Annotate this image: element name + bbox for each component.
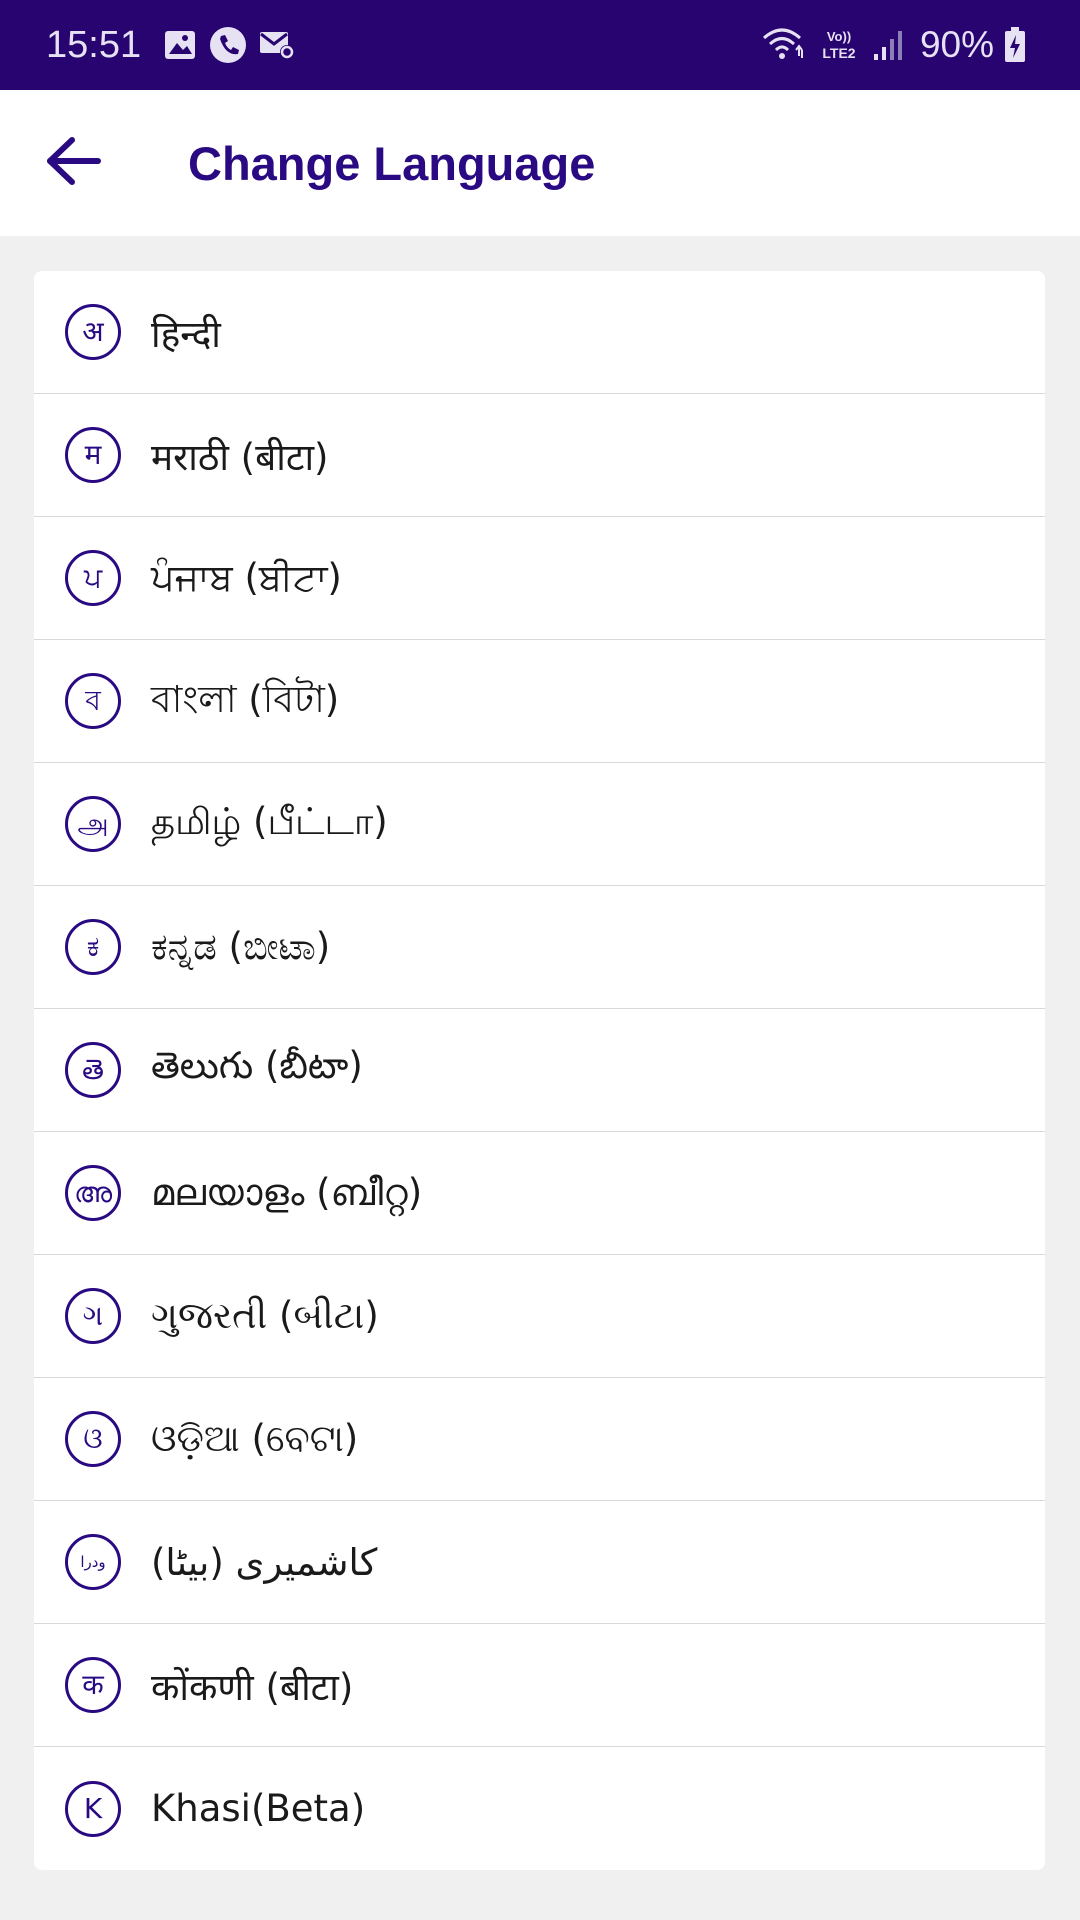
language-label: ಕನ್ನಡ (ಬೀಟಾ) <box>151 925 331 968</box>
arrow-left-icon <box>46 136 102 190</box>
language-item-odia[interactable]: ଓ ଓଡ଼ିଆ (ବେଟା) <box>34 1378 1045 1501</box>
language-label: ਪੰਜਾਬ (ਬੀਟਾ) <box>151 556 342 599</box>
language-badge-icon: अ <box>65 304 121 360</box>
app-bar: Change Language <box>0 90 1080 236</box>
language-badge-icon: அ <box>65 796 121 852</box>
language-item-bengali[interactable]: ব বাংলা (বিটা) <box>34 640 1045 763</box>
language-item-marathi[interactable]: म मराठी (बीटा) <box>34 394 1045 517</box>
status-time: 15:51 <box>46 23 142 66</box>
language-item-tamil[interactable]: அ தமிழ் (பீட்டா) <box>34 763 1045 886</box>
language-label: कोंकणी (बीटा) <box>151 1665 354 1709</box>
language-label: മലയാളം (ബീറ്റ) <box>151 1171 423 1214</box>
phone-call-icon <box>209 26 247 64</box>
language-item-konkani[interactable]: क कोंकणी (बीटा) <box>34 1624 1045 1747</box>
language-list: अ हिन्दी म मराठी (बीटा) ਪ ਪੰਜਾਬ (ਬੀਟਾ) ব… <box>34 271 1045 1870</box>
mail-settings-icon <box>259 29 295 61</box>
battery-percent: 90% <box>919 24 994 65</box>
language-item-kashmiri[interactable]: ودرا کاشمیری (بیٹا) <box>34 1501 1045 1624</box>
lte-icon: Vo)) LTE2 <box>816 28 862 62</box>
language-badge-icon: తె <box>65 1042 121 1098</box>
language-item-gujarati[interactable]: ગ ગુજરતી (બીટા) <box>34 1255 1045 1378</box>
status-bar-left: 15:51 <box>46 24 307 67</box>
gallery-icon <box>163 28 197 62</box>
language-item-malayalam[interactable]: അ മലയാളം (ബീറ്റ) <box>34 1132 1045 1255</box>
language-label: Khasi(Beta) <box>151 1787 366 1830</box>
battery-charging-icon <box>1004 27 1026 63</box>
volte-text: Vo)) <box>827 29 851 44</box>
language-item-khasi[interactable]: K Khasi(Beta) <box>34 1747 1045 1870</box>
language-label: తెలుగు (బీటా) <box>151 1044 363 1087</box>
language-badge-icon: म <box>65 427 121 483</box>
language-badge-icon: ગ <box>65 1288 121 1344</box>
language-label: தமிழ் (பீட்டா) <box>151 800 388 843</box>
language-item-telugu[interactable]: తె తెలుగు (బీటా) <box>34 1009 1045 1132</box>
language-label: বাংলা (বিটা) <box>151 677 340 721</box>
language-item-kannada[interactable]: ಕ ಕನ್ನಡ (ಬೀಟಾ) <box>34 886 1045 1009</box>
language-label: ગુજરતી (બીટા) <box>151 1294 379 1337</box>
language-label: ଓଡ଼ିଆ (ବେଟା) <box>151 1417 359 1460</box>
language-badge-icon: ব <box>65 673 121 729</box>
language-badge-icon: ಕ <box>65 919 121 975</box>
language-label: मराठी (बीटा) <box>151 435 329 479</box>
language-badge-icon: അ <box>65 1165 121 1221</box>
language-badge-icon: K <box>65 1780 121 1837</box>
language-badge-icon: ਪ <box>65 550 121 606</box>
status-bar: 15:51 Vo)) LTE2 90% <box>0 0 1080 90</box>
language-badge-icon: ଓ <box>65 1411 121 1467</box>
language-label: हिन्दी <box>151 312 221 356</box>
language-item-punjabi[interactable]: ਪ ਪੰਜਾਬ (ਬੀਟਾ) <box>34 517 1045 640</box>
wifi-icon <box>762 28 806 62</box>
status-bar-right: Vo)) LTE2 90% <box>762 24 1036 66</box>
language-badge-icon: क <box>65 1657 121 1713</box>
signal-icon <box>872 28 902 62</box>
language-label: کاشمیری (بیٹا) <box>151 1540 378 1584</box>
back-button[interactable] <box>14 103 134 223</box>
page-title: Change Language <box>188 136 596 190</box>
language-item-hindi[interactable]: अ हिन्दी <box>34 271 1045 394</box>
language-badge-icon: ودرا <box>65 1534 121 1590</box>
svg-text:LTE2: LTE2 <box>822 45 855 61</box>
